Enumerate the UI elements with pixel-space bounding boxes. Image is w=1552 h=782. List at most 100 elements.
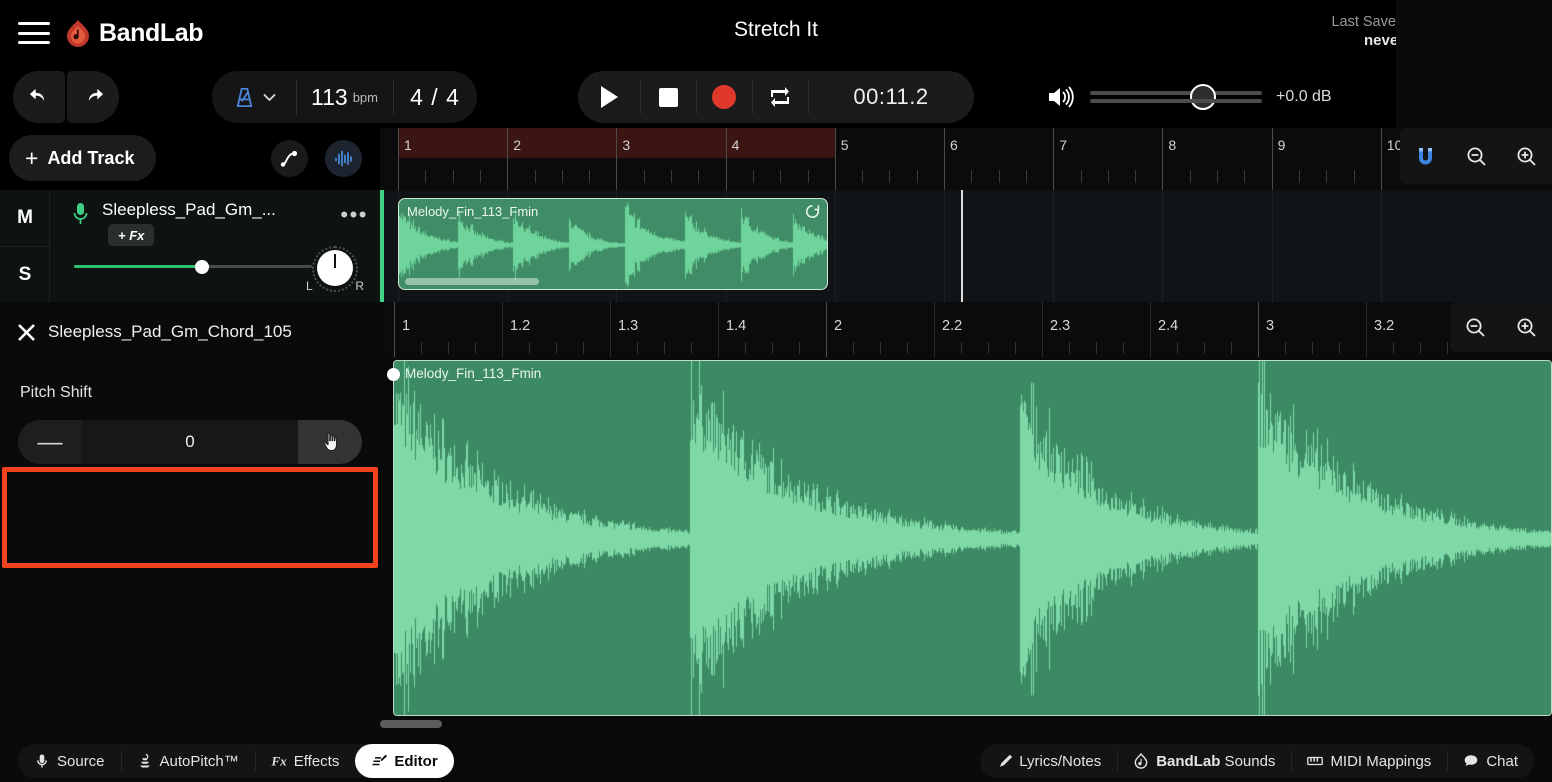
editor-sub-tick (448, 342, 449, 354)
ruler-bar-tick (834, 128, 836, 190)
audio-clip[interactable]: Melody_Fin_113_Fmin (398, 198, 828, 290)
editor-panel: Sleepless_Pad_Gm_Chord_105 Pitch Shift —… (0, 302, 380, 740)
ruler-bar-label: 2 (513, 137, 521, 153)
ruler-bar-label: 3 (622, 137, 631, 153)
arrangement-ruler[interactable]: 1 2 3 4 5 6 7 8 9 10 (380, 128, 1552, 190)
zoom-in-icon (1517, 318, 1536, 337)
ruler-sub-tick (561, 170, 563, 183)
waveform-view-button[interactable] (325, 140, 362, 177)
utility-tab-group: Lyrics/Notes BandLab Sounds MIDI Mappings C… (980, 744, 1534, 778)
editor-bar-tick (1258, 302, 1259, 357)
pan-left-label: L (306, 279, 313, 293)
editor-zoom-in-button[interactable] (1501, 302, 1552, 352)
metronome-icon (236, 87, 252, 107)
tab-bandlab-sounds[interactable]: BandLab Sounds (1117, 744, 1291, 778)
tab-editor[interactable]: Editor (355, 744, 454, 778)
record-button[interactable] (696, 71, 752, 123)
page-title: Stretch It (733, 18, 819, 41)
editor-ruler-label: 3 (1266, 318, 1275, 334)
pan-control[interactable]: L R (306, 246, 364, 294)
top-right-panel-area (1396, 0, 1552, 128)
pan-knob[interactable] (317, 250, 353, 286)
loop-region-icon[interactable] (805, 204, 820, 219)
tab-midi-mappings[interactable]: MIDI Mappings (1291, 744, 1447, 778)
playhead[interactable] (961, 190, 963, 302)
more-options-icon[interactable]: ••• (340, 204, 368, 226)
fx-icon: Fx (271, 754, 287, 769)
track-color-strip (380, 190, 384, 302)
tracks-toolbar: + Add Track (0, 128, 380, 190)
arrangement-zoom-in-button[interactable] (1501, 128, 1552, 184)
editor-ruler-label: 1.2 (510, 318, 531, 334)
add-track-button[interactable]: + Add Track (9, 135, 157, 181)
tab-effects[interactable]: Fx Effects (254, 744, 356, 778)
automation-button[interactable] (271, 140, 308, 177)
master-volume-knob[interactable] (1190, 84, 1216, 110)
play-button[interactable] (578, 71, 640, 123)
tab-source[interactable]: Source (18, 744, 121, 778)
lane-gridline (1271, 190, 1273, 302)
region-start-handle[interactable] (387, 368, 400, 381)
redo-arrow-icon (88, 88, 103, 101)
track-volume-fill (74, 265, 202, 268)
editor-beat-tick (1366, 302, 1367, 357)
track-header: M S Sleepless_Pad_Gm_... + Fx ••• L R (0, 190, 380, 302)
clip-scroll-indicator[interactable] (405, 278, 539, 285)
mute-button[interactable]: M (0, 190, 50, 246)
editor-sub-tick (988, 342, 989, 354)
play-icon (600, 86, 618, 108)
ruler-bar-tick (1380, 128, 1382, 190)
editor-waveform-area[interactable]: Melody_Fin_113_Fmin (380, 357, 1552, 740)
track-volume-slider[interactable] (74, 260, 312, 274)
ruler-sub-tick (452, 170, 454, 183)
chat-bubble-icon (1465, 755, 1478, 766)
time-signature-field[interactable]: 4 / 4 (393, 71, 477, 123)
tab-label: Chat (1486, 752, 1518, 770)
snap-toggle-button[interactable] (1400, 128, 1451, 184)
editor-audio-region[interactable]: Melody_Fin_113_Fmin (393, 360, 1552, 716)
tab-label: AutoPitch™ (159, 752, 239, 770)
tab-label: MIDI Mappings (1330, 752, 1432, 770)
loop-icon (771, 87, 789, 107)
stop-button[interactable] (640, 71, 696, 123)
track-name[interactable]: Sleepless_Pad_Gm_... (102, 200, 276, 220)
editor-horizontal-scrollbar[interactable] (380, 720, 442, 728)
editor-zoom-out-button[interactable] (1450, 302, 1501, 352)
editor-tab-group: Source AutoPitch™ Fx Effects Editor (18, 744, 454, 778)
ruler-bar-tick (616, 128, 618, 190)
editor-close-button[interactable] (12, 318, 40, 346)
svg-text:Fx: Fx (271, 754, 287, 769)
tab-autopitch[interactable]: AutoPitch™ (120, 744, 255, 778)
ruler-sub-tick (1326, 170, 1328, 183)
arrangement-ruler-tools (1400, 128, 1552, 190)
arrangement-zoom-out-button[interactable] (1450, 128, 1502, 184)
ruler-bar-label: 4 (731, 137, 740, 153)
ruler-sub-tick (916, 170, 918, 183)
metronome-button[interactable] (212, 71, 296, 123)
undo-button[interactable] (13, 71, 65, 123)
last-saved-value: never (1363, 31, 1404, 49)
ruler-bar-label: 8 (1168, 137, 1177, 153)
editor-sub-tick (1177, 342, 1178, 354)
ruler-bar-label: 7 (1059, 137, 1067, 153)
pitch-shift-decrement-button[interactable]: — (18, 420, 82, 464)
track-volume-knob[interactable] (195, 260, 209, 274)
arrangement-lane[interactable]: Melody_Fin_113_Fmin (380, 190, 1552, 302)
master-volume-slider[interactable] (1090, 84, 1262, 110)
bpm-field[interactable]: 113 bpm (296, 71, 393, 123)
pitch-shift-value[interactable]: 0 (82, 420, 298, 464)
pitch-shift-increment-button[interactable] (298, 420, 362, 464)
loop-button[interactable] (752, 71, 808, 123)
close-x-icon (17, 323, 35, 341)
add-fx-button[interactable]: + Fx (108, 224, 155, 246)
editor-waveform-canvas (394, 361, 1551, 715)
pitch-shift-stepper: — 0 (18, 420, 362, 464)
editor-ruler[interactable]: 1 1.2 1.3 1.4 2 2.2 2.3 2.4 3 3.2 (380, 302, 1552, 357)
time-display[interactable]: 00:11.2 (808, 71, 974, 123)
tab-lyrics-notes[interactable]: Lyrics/Notes (980, 744, 1117, 778)
redo-button[interactable] (67, 71, 119, 123)
ruler-bar-tick (1271, 128, 1273, 190)
solo-button[interactable]: S (0, 246, 50, 302)
lane-gridline (1380, 190, 1382, 302)
tab-chat[interactable]: Chat (1447, 744, 1534, 778)
